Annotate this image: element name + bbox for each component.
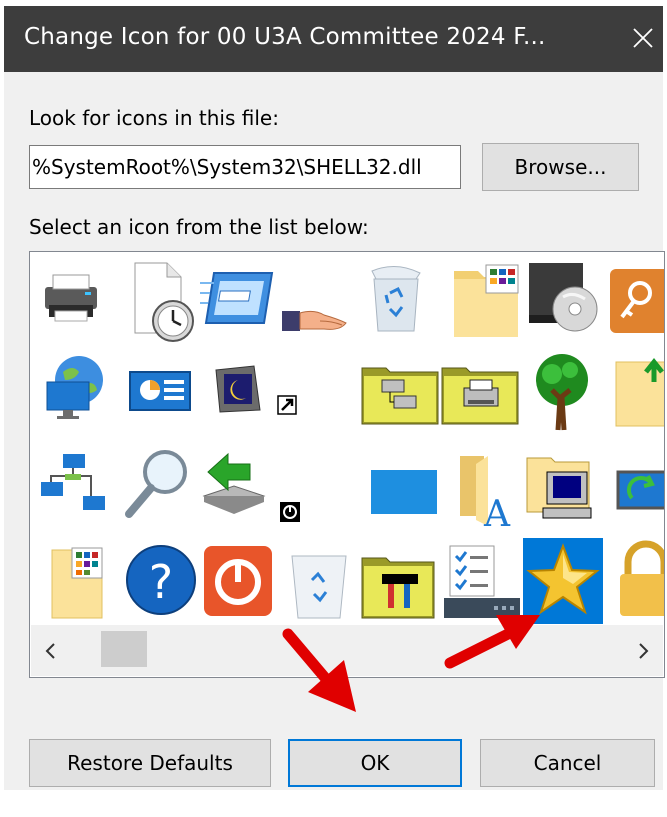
icon-list[interactable]: A ? [29, 251, 665, 678]
power-icon[interactable] [198, 542, 278, 628]
globe-monitor-icon[interactable] [39, 350, 119, 436]
network-icon[interactable] [35, 446, 115, 532]
ok-button[interactable]: OK [288, 739, 462, 787]
magnifier-icon[interactable] [119, 446, 199, 532]
hand-share-icon[interactable] [280, 259, 360, 345]
printer-icon[interactable] [35, 259, 115, 345]
tools-folder-icon[interactable] [360, 540, 440, 626]
printer-folder-icon[interactable] [440, 350, 520, 436]
restore-defaults-button[interactable]: Restore Defaults [29, 739, 271, 787]
icon-list-label: Select an icon from the list below: [29, 215, 369, 239]
folder-up-icon[interactable] [614, 350, 664, 436]
document-clock-icon[interactable] [127, 259, 207, 345]
recycle-bin-empty-icon[interactable] [282, 540, 362, 626]
close-icon[interactable] [628, 21, 658, 55]
control-panel-icon[interactable] [122, 350, 202, 436]
red-arrow-down-icon [282, 628, 356, 712]
recycle-bin-full-icon[interactable] [360, 259, 440, 345]
folder-font-icon[interactable]: A [454, 446, 534, 532]
red-arrow-up-icon [444, 615, 540, 669]
network-folder-icon[interactable] [360, 350, 440, 436]
cancel-button[interactable]: Cancel [480, 739, 655, 787]
svg-text:A: A [483, 494, 511, 532]
key-icon[interactable] [606, 259, 664, 345]
window-title: Change Icon for 00 U3A Committee 2024 F.… [24, 24, 546, 50]
usb-drive-arrow-icon[interactable] [198, 446, 278, 532]
scroll-right-icon[interactable] [623, 625, 663, 676]
lock-icon[interactable] [620, 540, 664, 626]
scroll-thumb[interactable] [101, 631, 147, 667]
computer-folder-icon[interactable] [525, 446, 605, 532]
file-label: Look for icons in this file: [29, 106, 279, 130]
cd-drive-icon[interactable] [525, 259, 605, 345]
window-transfer-icon[interactable] [200, 259, 280, 345]
help-icon[interactable]: ? [117, 540, 197, 626]
file-path-input[interactable]: %SystemRoot%\System32\SHELL32.dll [29, 145, 461, 189]
blue-desktop-icon[interactable] [365, 446, 445, 532]
monitor-refresh-icon[interactable] [614, 446, 664, 532]
browse-button[interactable]: Browse... [482, 143, 639, 191]
shortcut-arrow-icon[interactable] [276, 392, 356, 478]
svg-text:?: ? [149, 555, 173, 609]
folder-tiles-icon[interactable] [450, 259, 530, 345]
title-bar: Change Icon for 00 U3A Committee 2024 F.… [4, 6, 663, 72]
moon-screen-icon[interactable] [206, 350, 286, 436]
scroll-left-icon[interactable] [31, 625, 71, 676]
tree-icon[interactable] [526, 350, 606, 436]
